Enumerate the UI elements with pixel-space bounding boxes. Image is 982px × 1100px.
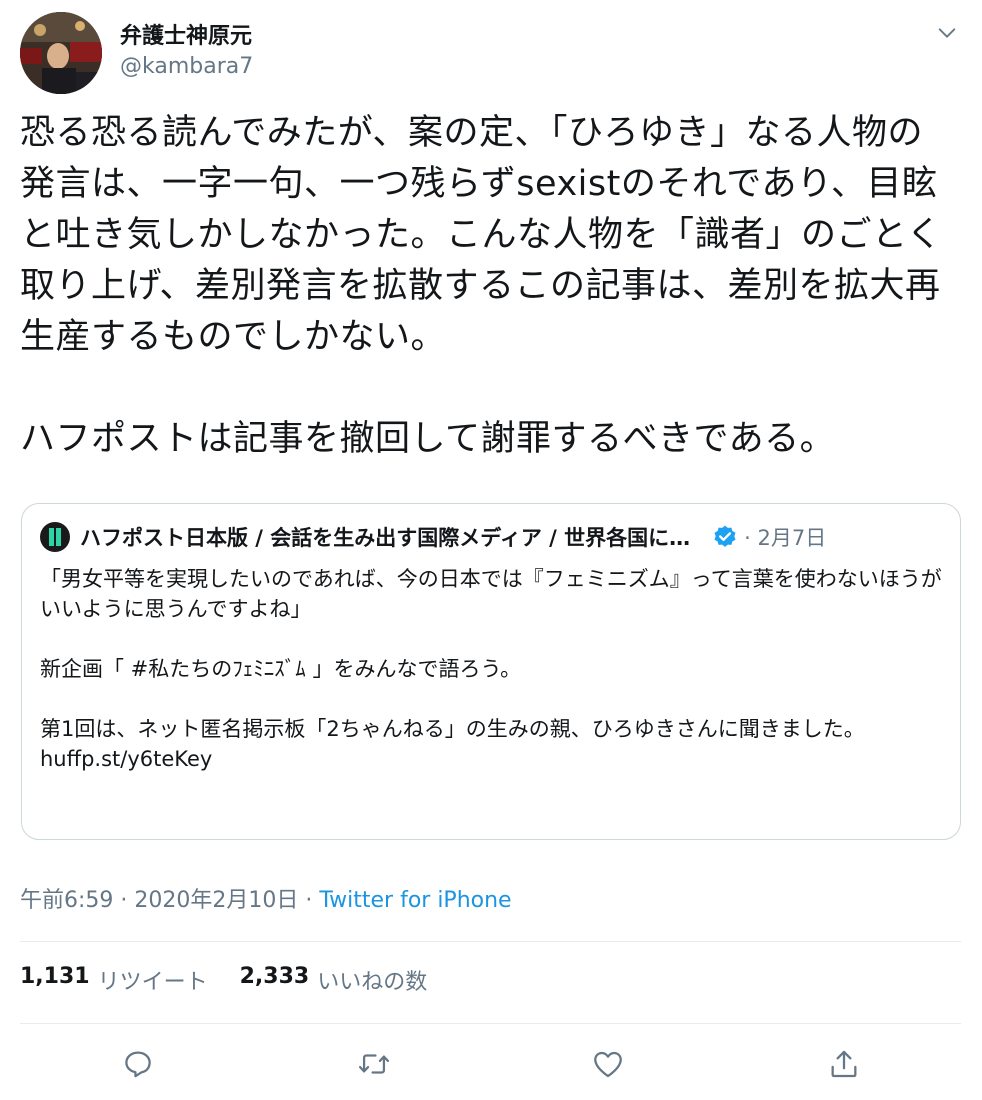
likes-stat[interactable]: 2,333 いいねの数 bbox=[240, 964, 428, 996]
tweet-source-link[interactable]: Twitter for iPhone bbox=[319, 888, 511, 913]
reply-icon bbox=[125, 1051, 151, 1078]
quoted-author-name: ハフポスト日本版 / 会話を生み出す国際メディア / 世界各国に… bbox=[80, 526, 691, 550]
heart-icon bbox=[594, 1051, 622, 1078]
likes-count: 2,333 bbox=[239, 964, 310, 989]
retweets-label: リツイート bbox=[97, 970, 208, 995]
share-button[interactable] bbox=[820, 1040, 868, 1088]
author-name[interactable]: 弁護士神原元 bbox=[120, 18, 252, 50]
tweet-timestamp[interactable]: 午前6:59 · 2020年2月10日 · bbox=[20, 888, 319, 913]
retweets-stat[interactable]: 1,131 リツイート bbox=[20, 964, 208, 996]
chevron-down-icon bbox=[938, 28, 956, 38]
tweet-actions bbox=[0, 1040, 982, 1088]
quoted-tweet[interactable]: ハフポスト日本版 / 会話を生み出す国際メディア / 世界各国に… · 2月7日… bbox=[21, 503, 961, 840]
quoted-avatar bbox=[40, 522, 70, 552]
avatar-image bbox=[20, 12, 102, 94]
more-menu-button[interactable] bbox=[930, 18, 964, 48]
retweet-icon bbox=[358, 1054, 390, 1074]
verified-badge-icon bbox=[714, 525, 736, 547]
retweets-count: 1,131 bbox=[20, 964, 90, 989]
author-handle[interactable]: @kambara7 bbox=[120, 54, 253, 79]
reply-button[interactable] bbox=[114, 1040, 162, 1088]
tweet-text: 恐る恐る読んでみたが、案の定、「ひろゆき」なる人物の発言は、一字一句、一つ残らず… bbox=[20, 113, 942, 459]
retweet-button[interactable] bbox=[350, 1040, 398, 1088]
tweet-stats: 1,131 リツイート 2,333 いいねの数 bbox=[20, 964, 459, 996]
avatar[interactable] bbox=[20, 12, 102, 94]
like-button[interactable] bbox=[584, 1040, 632, 1088]
quoted-text: 「男女平等を実現したいのであれば、今の日本では『フェミニズム』って言葉を使わない… bbox=[40, 567, 942, 771]
tweet-meta: 午前6:59 · 2020年2月10日 · Twitter for iPhone bbox=[20, 882, 512, 914]
quoted-tweet-header: ハフポスト日本版 / 会話を生み出す国際メディア / 世界各国に… · 2月7日 bbox=[40, 522, 942, 552]
divider bbox=[20, 941, 961, 942]
likes-label: いいねの数 bbox=[317, 970, 428, 995]
quoted-date[interactable]: · 2月7日 bbox=[744, 522, 826, 552]
tweet-detail: 弁護士神原元 @kambara7 恐る恐る読んでみたが、案の定、「ひろゆき」なる… bbox=[0, 0, 982, 1100]
share-icon bbox=[831, 1050, 857, 1078]
divider bbox=[20, 1023, 961, 1024]
